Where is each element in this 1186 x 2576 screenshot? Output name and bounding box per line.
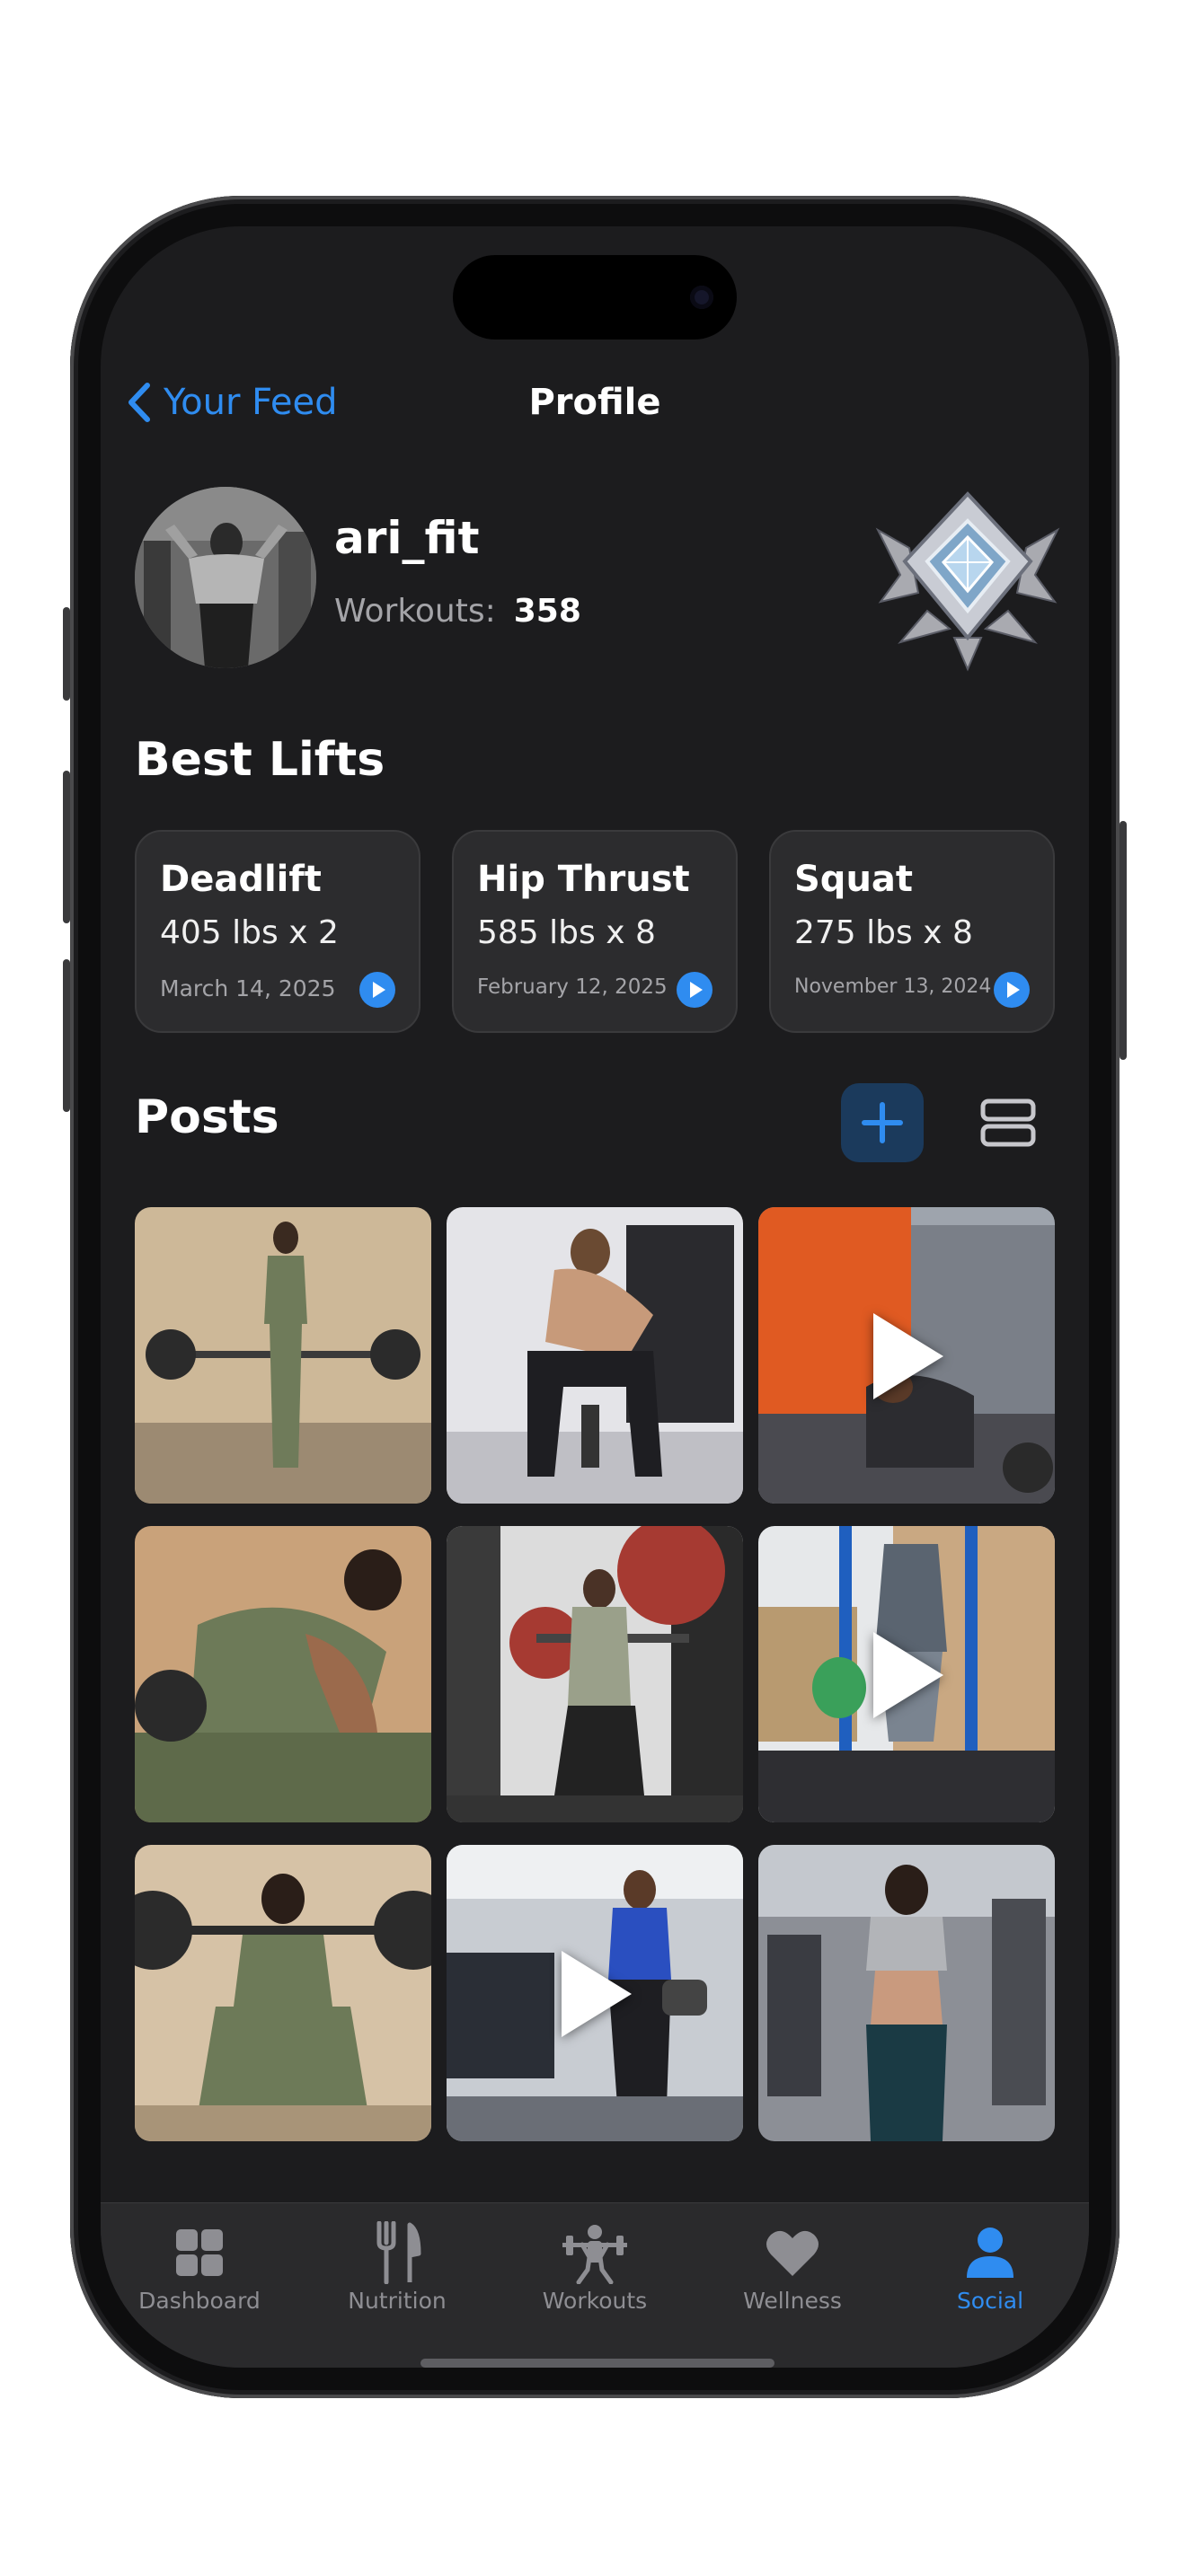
- lift-name: Deadlift: [160, 859, 322, 900]
- play-icon: [873, 1632, 943, 1718]
- lift-name: Hip Thrust: [477, 859, 690, 900]
- play-video-icon[interactable]: [677, 972, 712, 1008]
- layout-toggle-button[interactable]: [967, 1083, 1049, 1162]
- post-thumbnail[interactable]: [135, 1207, 431, 1504]
- add-post-button[interactable]: [841, 1083, 924, 1162]
- tab-label: Social: [956, 2288, 1024, 2314]
- volume-down-button: [63, 959, 70, 1112]
- post-video-thumbnail[interactable]: [758, 1526, 1055, 1822]
- list-layout-icon: [980, 1098, 1036, 1147]
- lift-date: November 13, 2024: [794, 975, 992, 998]
- workouts-count: 358: [513, 593, 581, 630]
- best-lifts-title: Best Lifts: [135, 733, 385, 787]
- tab-bar: Dashboard Nutrition Workouts Wellness So…: [101, 2202, 1089, 2368]
- posts-title: Posts: [135, 1090, 279, 1144]
- workouts-label: Workouts:: [334, 593, 496, 630]
- post-thumbnail[interactable]: [447, 1526, 743, 1822]
- dynamic-island: [453, 255, 737, 340]
- username: ari_fit: [334, 512, 480, 564]
- post-thumbnail[interactable]: [447, 1207, 743, 1504]
- tab-social[interactable]: Social: [891, 2221, 1089, 2320]
- lift-value: 405 lbs x 2: [160, 914, 339, 951]
- lift-date: March 14, 2025: [160, 975, 336, 1001]
- plus-icon: [862, 1102, 903, 1143]
- power-button: [1120, 821, 1127, 1060]
- tab-workouts[interactable]: Workouts: [496, 2221, 694, 2320]
- post-video-thumbnail[interactable]: [447, 1845, 743, 2141]
- avatar[interactable]: [135, 487, 316, 668]
- tab-label: Workouts: [542, 2288, 648, 2314]
- tab-wellness[interactable]: Wellness: [694, 2221, 891, 2320]
- lift-date: February 12, 2025: [477, 975, 668, 999]
- fork-knife-icon: [376, 2221, 421, 2284]
- app-screen: Your Feed Profile ari_fit Workouts: 358: [101, 226, 1089, 2368]
- lift-card-squat[interactable]: Squat 275 lbs x 8 November 13, 2024: [769, 830, 1055, 1033]
- heart-icon: [766, 2230, 819, 2276]
- tab-nutrition[interactable]: Nutrition: [298, 2221, 496, 2320]
- tab-label: Nutrition: [348, 2288, 447, 2314]
- tab-dashboard[interactable]: Dashboard: [101, 2221, 298, 2320]
- play-video-icon[interactable]: [359, 972, 395, 1008]
- tab-label: Wellness: [743, 2288, 842, 2314]
- volume-up-button: [63, 771, 70, 923]
- lift-card-deadlift[interactable]: Deadlift 405 lbs x 2 March 14, 2025: [135, 830, 420, 1033]
- grid-icon: [176, 2229, 223, 2276]
- play-icon: [562, 1951, 632, 2037]
- post-thumbnail[interactable]: [135, 1526, 431, 1822]
- camera-icon: [690, 286, 713, 309]
- post-thumbnail[interactable]: [758, 1845, 1055, 2141]
- lift-value: 275 lbs x 8: [794, 914, 973, 951]
- action-button: [63, 607, 70, 701]
- page-title: Profile: [528, 382, 661, 423]
- workouts-stat: Workouts: 358: [334, 593, 581, 630]
- person-icon: [967, 2228, 1013, 2278]
- tab-label: Dashboard: [138, 2288, 261, 2314]
- post-thumbnail[interactable]: [135, 1845, 431, 2141]
- play-icon: [873, 1313, 943, 1399]
- lift-name: Squat: [794, 859, 914, 900]
- post-video-thumbnail[interactable]: [758, 1207, 1055, 1504]
- diamond-rank-badge-icon[interactable]: [873, 485, 1062, 674]
- lift-card-hip-thrust[interactable]: Hip Thrust 585 lbs x 8 February 12, 2025: [452, 830, 738, 1033]
- lift-value: 585 lbs x 8: [477, 914, 656, 951]
- play-video-icon[interactable]: [994, 972, 1030, 1008]
- weightlifter-icon: [562, 2225, 627, 2284]
- home-indicator[interactable]: [420, 2359, 774, 2368]
